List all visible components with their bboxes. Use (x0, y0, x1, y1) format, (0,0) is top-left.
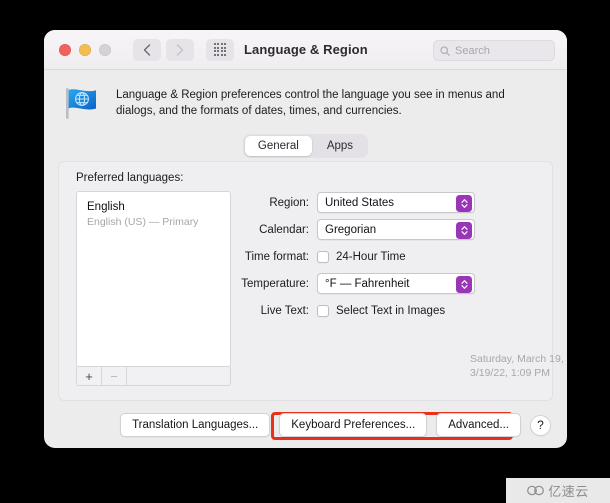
calendar-select[interactable]: Gregorian (317, 219, 475, 240)
region-value: United States (325, 196, 395, 209)
calendar-stepper-icon[interactable] (456, 222, 472, 239)
live-text-checkbox-group[interactable]: Select Text in Images (317, 304, 446, 317)
add-language-button[interactable]: + (77, 367, 102, 385)
live-text-label: Live Text: (260, 304, 309, 317)
time-format-checkbox-group[interactable]: 24-Hour Time (317, 250, 406, 263)
navigation-buttons (133, 38, 234, 61)
region-settings-form: Region: United States Calendar: Gregoria… (241, 192, 567, 379)
calendar-value: Gregorian (325, 223, 377, 236)
segmented-control: General Apps (242, 134, 369, 158)
temperature-label: Temperature: (241, 277, 309, 290)
live-text-row: Live Text: Select Text in Images (241, 300, 541, 321)
tab-bar: General Apps (44, 134, 567, 158)
translation-languages-button[interactable]: Translation Languages... (120, 413, 271, 437)
temperature-stepper-icon[interactable] (456, 276, 472, 293)
show-all-button[interactable] (206, 38, 234, 61)
back-button[interactable] (133, 38, 161, 61)
time-format-label: Time format: (244, 250, 309, 263)
chevron-updown-icon (460, 226, 468, 235)
language-flag-icon (66, 88, 96, 119)
help-button[interactable]: ? (530, 414, 551, 436)
window-title: Language & Region (244, 42, 368, 57)
language-detail: English (US) — Primary (87, 216, 199, 228)
tab-general[interactable]: General (244, 136, 312, 156)
select-text-in-images-checkbox[interactable] (317, 304, 329, 317)
preference-header: Language & Region preferences control th… (44, 70, 567, 132)
calendar-row: Calendar: Gregorian (241, 219, 541, 240)
search-placeholder: Search (455, 44, 490, 57)
language-name: English (87, 201, 125, 213)
temperature-select[interactable]: °F — Fahrenheit (317, 273, 475, 294)
remove-language-button: − (102, 367, 127, 385)
preview-line-2: 3/19/22, 1:09 PM 12,345.67 $45,678.90 (470, 367, 550, 379)
back-icon (143, 43, 151, 56)
minimize-button[interactable] (79, 43, 91, 56)
watermark-logo-icon (527, 485, 545, 496)
format-preview: Saturday, March 19, 2022 at 1:09:47 PM P… (470, 352, 567, 380)
list-toolbar: + − (76, 367, 231, 386)
list-item[interactable]: English English (US) — Primary (77, 192, 230, 229)
preferences-window: Language & Region Search Language & Regi… (44, 30, 567, 448)
watermark: 亿速云 (506, 478, 610, 503)
preference-description: Language & Region preferences control th… (116, 89, 505, 117)
region-row: Region: United States (241, 192, 541, 213)
close-button[interactable] (59, 43, 71, 56)
watermark-text: 亿速云 (548, 484, 589, 499)
search-icon (440, 45, 450, 56)
select-text-in-images-label: Select Text in Images (336, 304, 446, 317)
chevron-updown-icon (460, 280, 468, 289)
keyboard-preferences-button[interactable]: Keyboard Preferences... (279, 413, 428, 437)
list-toolbar-filler (127, 367, 230, 385)
zoom-button (99, 43, 111, 56)
24-hour-time-label: 24-Hour Time (336, 250, 406, 263)
tab-apps[interactable]: Apps (314, 136, 366, 156)
settings-panel: Preferred languages: English English (US… (58, 161, 567, 440)
advanced-button[interactable]: Advanced... (436, 413, 521, 437)
forward-button (166, 38, 194, 61)
region-label: Region: (269, 196, 309, 209)
region-select[interactable]: United States (317, 192, 475, 213)
temperature-value: °F — Fahrenheit (325, 277, 410, 290)
chevron-updown-icon (460, 199, 468, 208)
preferred-languages-list[interactable]: English English (US) — Primary (76, 191, 231, 367)
screenshot-stage: Language & Region Search Language & Regi… (0, 0, 610, 503)
24-hour-time-checkbox[interactable] (317, 250, 329, 263)
forward-icon (176, 43, 184, 56)
calendar-label: Calendar: (259, 223, 309, 236)
preview-line-1: Saturday, March 19, 2022 at 1:09:47 PM P… (470, 353, 567, 365)
search-field[interactable]: Search (433, 40, 555, 61)
window-titlebar: Language & Region Search (44, 30, 567, 70)
time-format-row: Time format: 24-Hour Time (241, 246, 541, 267)
temperature-row: Temperature: °F — Fahrenheit (241, 273, 541, 294)
preferred-languages-label: Preferred languages: (76, 172, 184, 184)
region-stepper-icon[interactable] (456, 195, 472, 212)
traffic-lights (59, 43, 111, 56)
footer-buttons: Translation Languages... Keyboard Prefer… (44, 402, 567, 448)
grid-icon (213, 43, 227, 56)
